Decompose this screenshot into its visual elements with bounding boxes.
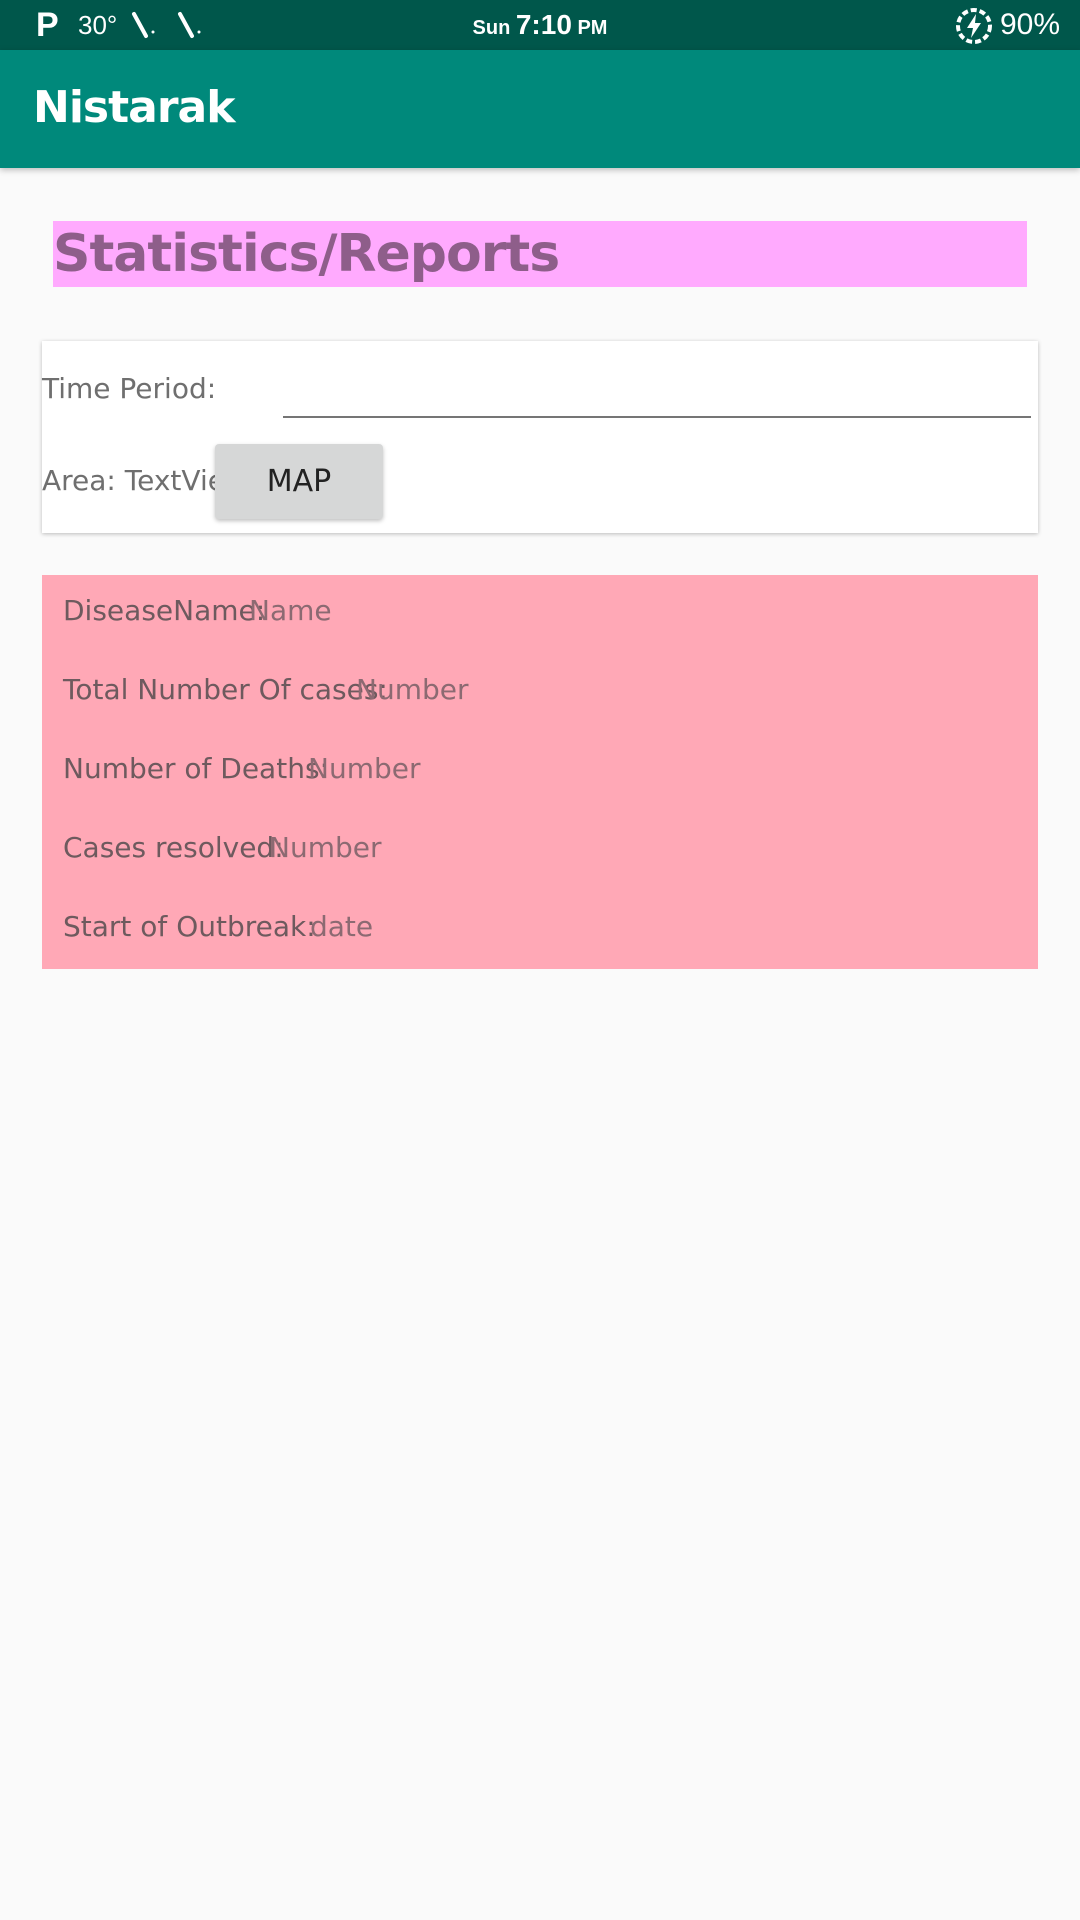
total-cases-value: Number bbox=[356, 673, 469, 706]
deaths-value: Number bbox=[308, 752, 421, 785]
app-title: Nistarak bbox=[33, 82, 235, 133]
disease-name-value: Name bbox=[249, 594, 332, 627]
page-heading-box: Statistics/Reports bbox=[53, 221, 1027, 287]
outbreak-start-value: date bbox=[310, 910, 374, 943]
outbreak-start-label: Start of Outbreak: bbox=[63, 910, 316, 943]
battery-charging-icon bbox=[956, 8, 992, 44]
status-bar: P 30° Sun 7:10 PM 90% bbox=[0, 0, 1080, 50]
deaths-label: Number of Deaths: bbox=[63, 752, 329, 785]
cases-resolved-value: Number bbox=[269, 831, 382, 864]
clock-day: Sun bbox=[472, 17, 511, 39]
page-title: Statistics/Reports bbox=[53, 224, 560, 284]
battery-percentage: 90% bbox=[1000, 8, 1061, 41]
clock-ampm: PM bbox=[577, 17, 608, 39]
statistics-panel: DiseaseName: Name Total Number Of cases:… bbox=[42, 575, 1038, 969]
filter-card: Time Period: Area: TextView MAP bbox=[42, 341, 1038, 533]
total-cases-label: Total Number Of cases: bbox=[63, 673, 388, 706]
map-button[interactable]: MAP bbox=[215, 444, 383, 519]
time-period-input[interactable] bbox=[283, 361, 1031, 418]
disease-name-label: DiseaseName: bbox=[63, 594, 266, 627]
clock-time: 7:10 bbox=[515, 9, 572, 40]
time-period-label: Time Period: bbox=[42, 372, 217, 405]
app-bar: Nistarak bbox=[0, 50, 1080, 168]
cases-resolved-label: Cases resolved: bbox=[63, 831, 284, 864]
clock: Sun 7:10 PM bbox=[0, 8, 1080, 45]
